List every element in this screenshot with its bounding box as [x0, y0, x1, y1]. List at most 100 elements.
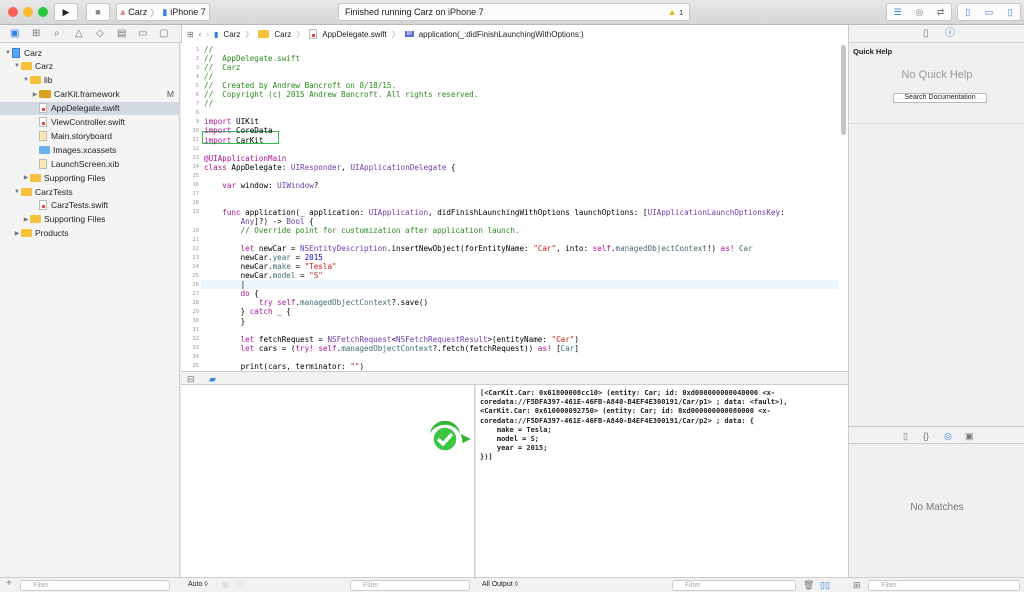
breadcrumb-symbol[interactable]: application(_:didFinishLaunchingWithOpti… — [419, 30, 584, 39]
breakpoints-toggle-icon[interactable]: ▰ — [209, 374, 216, 384]
file-inspector-icon[interactable]: ▯ — [923, 29, 929, 39]
stop-button[interactable]: ■ — [86, 3, 110, 21]
navigator-item[interactable]: Main.storyboard — [0, 129, 180, 142]
run-button[interactable]: ▶ — [54, 3, 78, 21]
code-line: // Carz — [204, 63, 241, 72]
media-library-icon[interactable]: ▣ — [965, 431, 974, 441]
breadcrumb-project[interactable]: Carz — [223, 30, 240, 39]
trash-icon[interactable]: 🗑 — [803, 580, 814, 590]
variables-filter-input[interactable]: Filter — [350, 580, 470, 591]
xib-file-icon — [39, 158, 47, 169]
warning-count[interactable]: 1 — [679, 10, 683, 17]
editor-scrollbar[interactable] — [841, 45, 846, 135]
navigator-item[interactable]: LaunchScreen.xib — [0, 157, 180, 170]
navigator-item[interactable]: ▶ CarKit.framework M — [0, 88, 180, 101]
console-line: })] — [480, 453, 493, 462]
quick-help-icon[interactable]: ⓘ — [945, 29, 955, 39]
device-icon: ▮ — [162, 6, 168, 17]
related-items-icon[interactable]: ⊞ — [187, 30, 194, 39]
navigator-toggle-icon[interactable]: ▯ — [965, 7, 970, 18]
issue-navigator-icon[interactable]: △ — [75, 29, 83, 39]
disclosure-closed-icon[interactable]: ▶ — [22, 174, 30, 181]
navigator-item-label: Carz — [35, 61, 53, 72]
version-editor-icon[interactable]: ⇄ — [937, 7, 945, 18]
find-navigator-icon[interactable]: ⌕ — [54, 29, 60, 39]
code-token: try! — [295, 343, 314, 353]
code-token: ?.save() — [391, 298, 429, 308]
report-navigator-icon[interactable]: ▢ — [159, 29, 168, 39]
object-library-icon[interactable]: ◎ — [944, 431, 952, 441]
navigator-item-label: ViewController.swift — [51, 117, 126, 127]
disclosure-open-icon[interactable]: ▼ — [4, 50, 12, 56]
code-token: self — [318, 343, 337, 353]
navigator-filter-input[interactable]: Filter — [20, 580, 170, 591]
source-editor[interactable]: 1 // 2 // AppDelegate.swift 3 // Carz 4 // 5 // C… — [181, 43, 848, 371]
code-token: year — [272, 253, 291, 263]
line-number: 19 — [192, 209, 199, 216]
disclosure-open-icon[interactable]: ▼ — [22, 77, 30, 83]
line-number: 29 — [192, 308, 199, 315]
console-output-select[interactable]: All Output ◊ — [482, 581, 518, 588]
console-output[interactable]: [<CarKit.Car: 0x61800008cc10> (entity: C… — [476, 385, 848, 577]
library-filter-input[interactable]: Filter — [868, 580, 1020, 591]
info-icon[interactable]: ⓘ — [236, 580, 244, 590]
disclosure-closed-icon[interactable]: ▶ — [31, 91, 39, 98]
debug-area-toggle-icon[interactable]: ▭ — [985, 7, 994, 18]
minimize-window-button[interactable] — [23, 7, 33, 17]
code-snippet-library-icon[interactable]: {} — [923, 431, 929, 441]
grid-view-icon[interactable]: ⊞ — [853, 580, 861, 590]
disclosure-open-icon[interactable]: ▼ — [13, 63, 21, 69]
code-token: // Override point for customization afte… — [240, 226, 520, 235]
code-line: } — [204, 317, 246, 326]
test-navigator-icon[interactable]: ◇ — [96, 29, 104, 39]
console-filter-input[interactable]: Filter — [672, 580, 796, 591]
add-icon[interactable]: + — [6, 579, 12, 589]
navigator-item[interactable]: ▼ Carz — [0, 60, 180, 73]
navigator-item[interactable]: ▶ Products — [0, 227, 180, 240]
navigator-item[interactable]: ▼ Carz — [0, 46, 180, 59]
disclosure-open-icon[interactable]: ▼ — [13, 189, 21, 195]
back-button[interactable]: ‹ — [199, 30, 202, 39]
eye-icon[interactable]: ◎ — [222, 580, 229, 590]
navigator-item[interactable]: ▼ CarzTests — [0, 185, 180, 198]
close-window-button[interactable] — [8, 7, 18, 17]
variables-scope-select[interactable]: Auto ◊ — [188, 581, 208, 588]
hide-debug-area-icon[interactable]: ⊟ — [187, 374, 195, 384]
breakpoint-navigator-icon[interactable]: ▭ — [138, 29, 147, 39]
project-navigator-icon[interactable]: ▣ — [10, 29, 19, 39]
folder-icon — [21, 229, 32, 238]
breadcrumb-file[interactable]: AppDelegate.swift — [322, 30, 386, 39]
app-icon: ⩓ — [120, 6, 126, 17]
code-token: , into: — [556, 244, 593, 254]
file-template-library-icon[interactable]: ▯ — [903, 431, 908, 441]
scheme-selector[interactable]: ⩓ Carz 〉 ▮ iPhone 7 — [116, 3, 210, 21]
line-number: 22 — [192, 245, 199, 252]
code-line: // Override point for customization afte… — [204, 226, 520, 235]
swift-file-icon — [39, 200, 47, 211]
code-token: try — [258, 298, 273, 308]
debug-navigator-icon[interactable]: ▤ — [117, 29, 126, 39]
symbol-navigator-icon[interactable]: ⊞ — [32, 29, 40, 39]
breadcrumb-group[interactable]: Carz — [274, 30, 291, 39]
navigator-item[interactable]: ▼ lib — [0, 74, 180, 87]
search-documentation-button[interactable]: Search Documentation — [893, 93, 987, 103]
navigator-item[interactable]: CarzTests.swift — [0, 199, 180, 212]
split-view-icon[interactable]: ▯▯ — [820, 580, 830, 590]
disclosure-closed-icon[interactable]: ▶ — [22, 216, 30, 223]
code-token: CoreData — [231, 126, 273, 136]
utilities-toggle-icon[interactable]: ▯ — [1008, 7, 1013, 18]
disclosure-closed-icon[interactable]: ▶ — [13, 230, 21, 237]
line-number: 24 — [192, 263, 199, 270]
navigator-item[interactable]: ▶ Supporting Files — [0, 171, 180, 184]
warning-icon: ▲ — [667, 7, 677, 17]
zoom-window-button[interactable] — [38, 7, 48, 17]
navigator-item[interactable]: ▶ Supporting Files — [0, 213, 180, 226]
navigator-item[interactable]: AppDelegate.swift — [0, 101, 180, 115]
standard-editor-icon[interactable]: ☰ — [894, 7, 902, 18]
assistant-editor-icon[interactable]: ◎ — [915, 7, 923, 18]
navigator-item[interactable]: ViewController.swift — [0, 116, 180, 129]
forward-button[interactable]: › — [206, 30, 209, 39]
swift-file-icon — [309, 29, 318, 39]
folder-icon — [30, 173, 41, 182]
navigator-item[interactable]: Images.xcassets — [0, 143, 180, 156]
